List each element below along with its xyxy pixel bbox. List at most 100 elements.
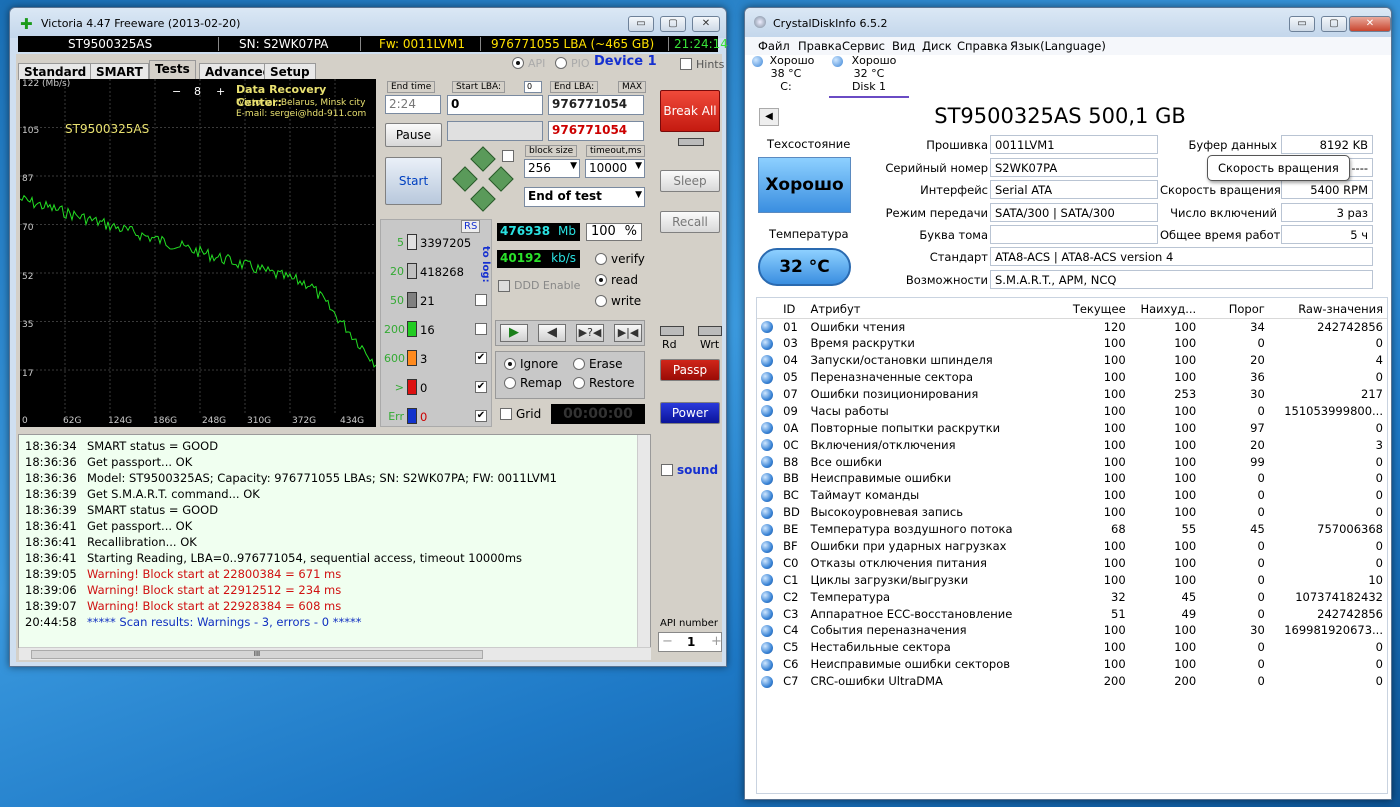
log-vscroll[interactable]: [637, 435, 650, 647]
log-checkbox[interactable]: ✔: [475, 352, 487, 364]
end-lba-input[interactable]: 976771054: [548, 95, 644, 115]
table-row[interactable]: BE Температура воздушного потока 68 55 45 757…: [757, 521, 1387, 538]
victoria-titlebar[interactable]: ✚ Victoria 4.47 Freeware (2013-02-20) ▭ …: [10, 8, 726, 38]
arrow-up-icon[interactable]: [470, 146, 496, 172]
log-hscroll[interactable]: III: [19, 647, 651, 660]
device-label[interactable]: Device 1: [594, 54, 657, 69]
menu-item[interactable]: Файл: [758, 39, 790, 53]
maximize-button[interactable]: ▢: [1321, 16, 1347, 32]
step-back-icon[interactable]: ◀: [538, 324, 566, 342]
menu-item[interactable]: Язык(Language): [1010, 39, 1106, 53]
table-row[interactable]: C6 Неисправимые ошибки секторов 100 100 0 0: [757, 656, 1387, 673]
menu-item[interactable]: Справка: [957, 39, 1008, 53]
cdi-titlebar[interactable]: CrystalDiskInfo 6.5.2 ▭ ▢ ✕: [745, 8, 1391, 38]
end-mode-select[interactable]: End of test ▼: [524, 187, 645, 207]
table-row[interactable]: 03 Время раскрутки 100 100 0 0: [757, 335, 1387, 352]
sleep-button[interactable]: Sleep: [660, 170, 720, 192]
table-row[interactable]: BD Высокоуровневая запись 100 100 0 0: [757, 504, 1387, 521]
skip-icon[interactable]: ▶?◀: [576, 324, 604, 342]
disk-tab-1[interactable]: Хорошо 32 °C Disk 1: [829, 54, 909, 98]
table-row[interactable]: BC Таймаут команды 100 100 0 0: [757, 487, 1387, 504]
table-row[interactable]: C0 Отказы отключения питания 100 100 0 0: [757, 554, 1387, 571]
start-lba-selector[interactable]: 0: [524, 81, 542, 93]
remap-radio[interactable]: [504, 377, 516, 389]
api-decrement[interactable]: −: [662, 634, 673, 649]
lba-checkbox[interactable]: [502, 150, 514, 162]
graph-zoom-minus[interactable]: −: [172, 85, 181, 98]
read-radio[interactable]: [595, 274, 607, 286]
table-row[interactable]: C2 Температура 32 45 0 107374182432: [757, 588, 1387, 605]
arrow-left-icon[interactable]: [452, 166, 478, 192]
tab-smart[interactable]: SMART: [90, 63, 149, 80]
api-number-stepper[interactable]: − 1 +: [658, 632, 722, 652]
erase-radio[interactable]: [573, 358, 585, 370]
log-hscroll-thumb[interactable]: III: [31, 650, 483, 659]
hints-checkbox[interactable]: [680, 58, 692, 70]
table-row[interactable]: BB Неисправимые ошибки 100 100 0 0: [757, 470, 1387, 487]
log-checkbox[interactable]: ✔: [475, 410, 487, 422]
table-row[interactable]: 0C Включения/отключения 100 100 20 3: [757, 436, 1387, 453]
passp-button[interactable]: Passp: [660, 359, 720, 381]
block-size-select[interactable]: 256 ▼: [524, 159, 580, 178]
end-lba-max-button[interactable]: MAX: [618, 81, 647, 93]
close-button[interactable]: ✕: [1349, 16, 1391, 32]
menu-item[interactable]: Вид: [892, 39, 915, 53]
arrow-down-icon[interactable]: [470, 186, 496, 212]
sound-checkbox[interactable]: [661, 464, 673, 476]
grid-checkbox[interactable]: [500, 408, 512, 420]
table-row[interactable]: C1 Циклы загрузки/выгрузки 100 100 0 10: [757, 571, 1387, 588]
log-checkbox[interactable]: [475, 323, 487, 335]
log-checkbox[interactable]: [475, 294, 487, 306]
graph-zoom-plus[interactable]: +: [216, 85, 225, 98]
table-row[interactable]: 04 Запуски/остановки шпинделя 100 100 20 4: [757, 352, 1387, 369]
write-radio[interactable]: [595, 295, 607, 307]
end-icon[interactable]: ▶|◀: [614, 324, 642, 342]
table-row[interactable]: 07 Ошибки позиционирования 100 253 30 217: [757, 386, 1387, 403]
menu-item[interactable]: Правка: [798, 39, 842, 53]
disk-tab-c[interactable]: Хорошо 38 °C C:: [752, 54, 820, 94]
table-row[interactable]: 0A Повторные попытки раскрутки 100 100 97 0: [757, 419, 1387, 436]
column-header[interactable]: Текущее: [1061, 300, 1130, 319]
minimize-button[interactable]: ▭: [1289, 16, 1315, 32]
arrow-right-icon[interactable]: [488, 166, 514, 192]
column-header[interactable]: ID: [779, 300, 807, 319]
log-checkbox[interactable]: ✔: [475, 381, 487, 393]
api-increment[interactable]: +: [711, 634, 722, 649]
table-row[interactable]: C3 Аппаратное ECC-восстановление 51 49 0 2427…: [757, 605, 1387, 622]
table-row[interactable]: BF Ошибки при ударных нагрузках 100 100 0 0: [757, 538, 1387, 555]
play-icon[interactable]: ▶: [500, 324, 528, 342]
menu-item[interactable]: Диск: [922, 39, 952, 53]
column-header[interactable]: Атрибут: [806, 300, 1062, 319]
start-lba-input[interactable]: 0: [447, 95, 543, 115]
column-header[interactable]: Наихуд...: [1129, 300, 1201, 319]
column-header[interactable]: Порог: [1200, 300, 1269, 319]
recall-button[interactable]: Recall: [660, 211, 720, 233]
tab-setup[interactable]: Setup: [264, 63, 316, 80]
rs-button[interactable]: RS: [461, 220, 481, 233]
menu-item[interactable]: Сервис: [842, 39, 885, 53]
pause-button[interactable]: Pause: [385, 123, 442, 147]
power-button[interactable]: Power: [660, 402, 720, 424]
start-button[interactable]: Start: [385, 157, 442, 205]
ignore-radio[interactable]: [504, 358, 516, 370]
maximize-button[interactable]: ▢: [660, 16, 686, 32]
end-time-input[interactable]: 2:24: [385, 95, 441, 114]
column-header[interactable]: Raw-значения: [1268, 300, 1387, 319]
table-row[interactable]: 05 Переназначенные сектора 100 100 36 0: [757, 369, 1387, 386]
table-row[interactable]: C7 CRC-ошибки UltraDMA 200 200 0 0: [757, 673, 1387, 690]
table-row[interactable]: C5 Нестабильные сектора 100 100 0 0: [757, 639, 1387, 656]
verify-radio[interactable]: [595, 253, 607, 265]
table-row[interactable]: B8 Все ошибки 100 100 99 0: [757, 453, 1387, 470]
table-row[interactable]: 09 Часы работы 100 100 0 151053999800...: [757, 402, 1387, 419]
ddd-checkbox[interactable]: [498, 280, 510, 292]
close-button[interactable]: ✕: [692, 16, 720, 32]
minimize-button[interactable]: ▭: [628, 16, 654, 32]
tab-standard[interactable]: Standard: [18, 63, 93, 80]
api-radio[interactable]: [512, 57, 524, 69]
break-all-button[interactable]: Break All: [660, 90, 720, 132]
table-row[interactable]: C4 События переназначения 100 100 30 16998192…: [757, 622, 1387, 639]
timeout-select[interactable]: 10000 ▼: [585, 159, 645, 178]
tab-tests[interactable]: Tests: [149, 60, 196, 80]
pio-radio[interactable]: [555, 57, 567, 69]
table-row[interactable]: 01 Ошибки чтения 120 100 34 242742856: [757, 318, 1387, 335]
